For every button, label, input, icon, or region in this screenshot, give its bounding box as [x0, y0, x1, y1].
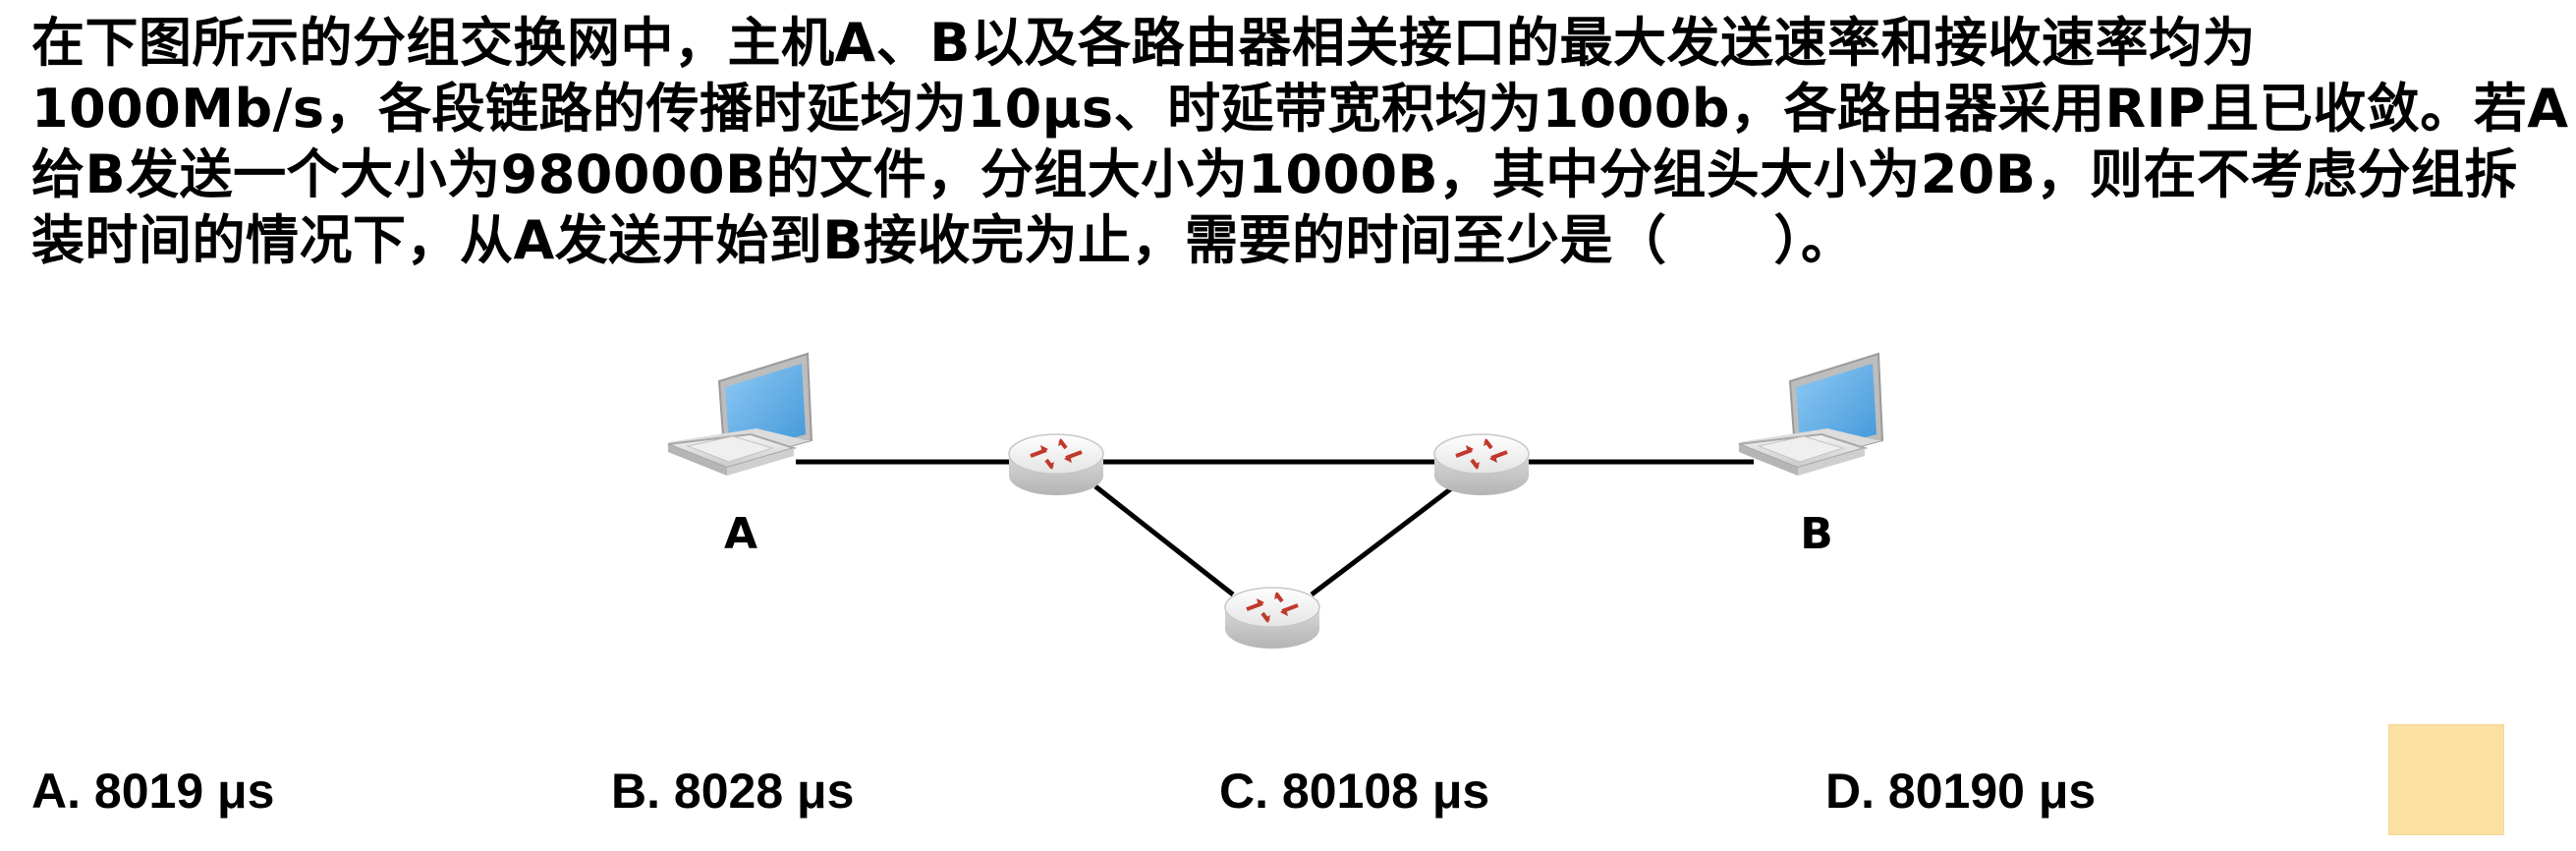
host-b-label: B: [1800, 509, 1833, 559]
option-b[interactable]: B. 8028 μs: [611, 757, 854, 825]
router-1: [1008, 433, 1104, 495]
router-3: [1224, 587, 1320, 649]
router-icon: [1008, 433, 1104, 495]
question-line-4: 装时间的情况下，从A发送开始到B接收完为止，需要的时间至少是（ ）。: [31, 209, 1855, 271]
host-a-laptop: [667, 352, 813, 476]
network-links: [796, 459, 1754, 596]
router-2: [1433, 433, 1530, 495]
host-b-laptop: [1738, 352, 1884, 476]
laptop-icon: [1738, 352, 1884, 476]
question-line-1: 在下图所示的分组交换网中，主机A、B以及各路由器相关接口的最大发送速率和接收速率…: [31, 12, 2256, 74]
option-b-text: 8028 μs: [673, 764, 855, 819]
question-text: 在下图所示的分组交换网中，主机A、B以及各路由器相关接口的最大发送速率和接收速率…: [31, 10, 2569, 273]
link-r2-r3: [1310, 484, 1456, 596]
option-c-text: 80108 μs: [1281, 764, 1490, 819]
option-a-letter: A.: [31, 764, 81, 819]
host-a-label: A: [724, 509, 757, 559]
option-d[interactable]: D. 80190 μs: [1825, 757, 2096, 825]
option-c[interactable]: C. 80108 μs: [1219, 757, 1489, 825]
option-d-text: 80190 μs: [1887, 764, 2097, 819]
answer-box[interactable]: [2388, 724, 2504, 835]
answer-options: A. 8019 μs B. 8028 μs C. 80108 μs D. 801…: [0, 757, 2576, 825]
option-a-text: 8019 μs: [93, 764, 275, 819]
option-c-letter: C.: [1219, 764, 1268, 819]
laptop-icon: [667, 352, 813, 476]
network-diagram: A B: [667, 352, 1884, 649]
option-d-letter: D.: [1825, 764, 1875, 819]
question-line-3: 给B发送一个大小为980000B的文件，分组大小为1000B，其中分组头大小为2…: [31, 143, 2519, 205]
router-icon: [1224, 587, 1320, 649]
question-line-2: 1000Mb/s，各段链路的传播时延均为10μs、时延带宽积均为1000b，各路…: [31, 78, 2569, 140]
router-icon: [1433, 433, 1530, 495]
option-a[interactable]: A. 8019 μs: [31, 757, 274, 825]
link-r1-r3: [1093, 484, 1235, 596]
option-b-letter: B.: [611, 764, 660, 819]
